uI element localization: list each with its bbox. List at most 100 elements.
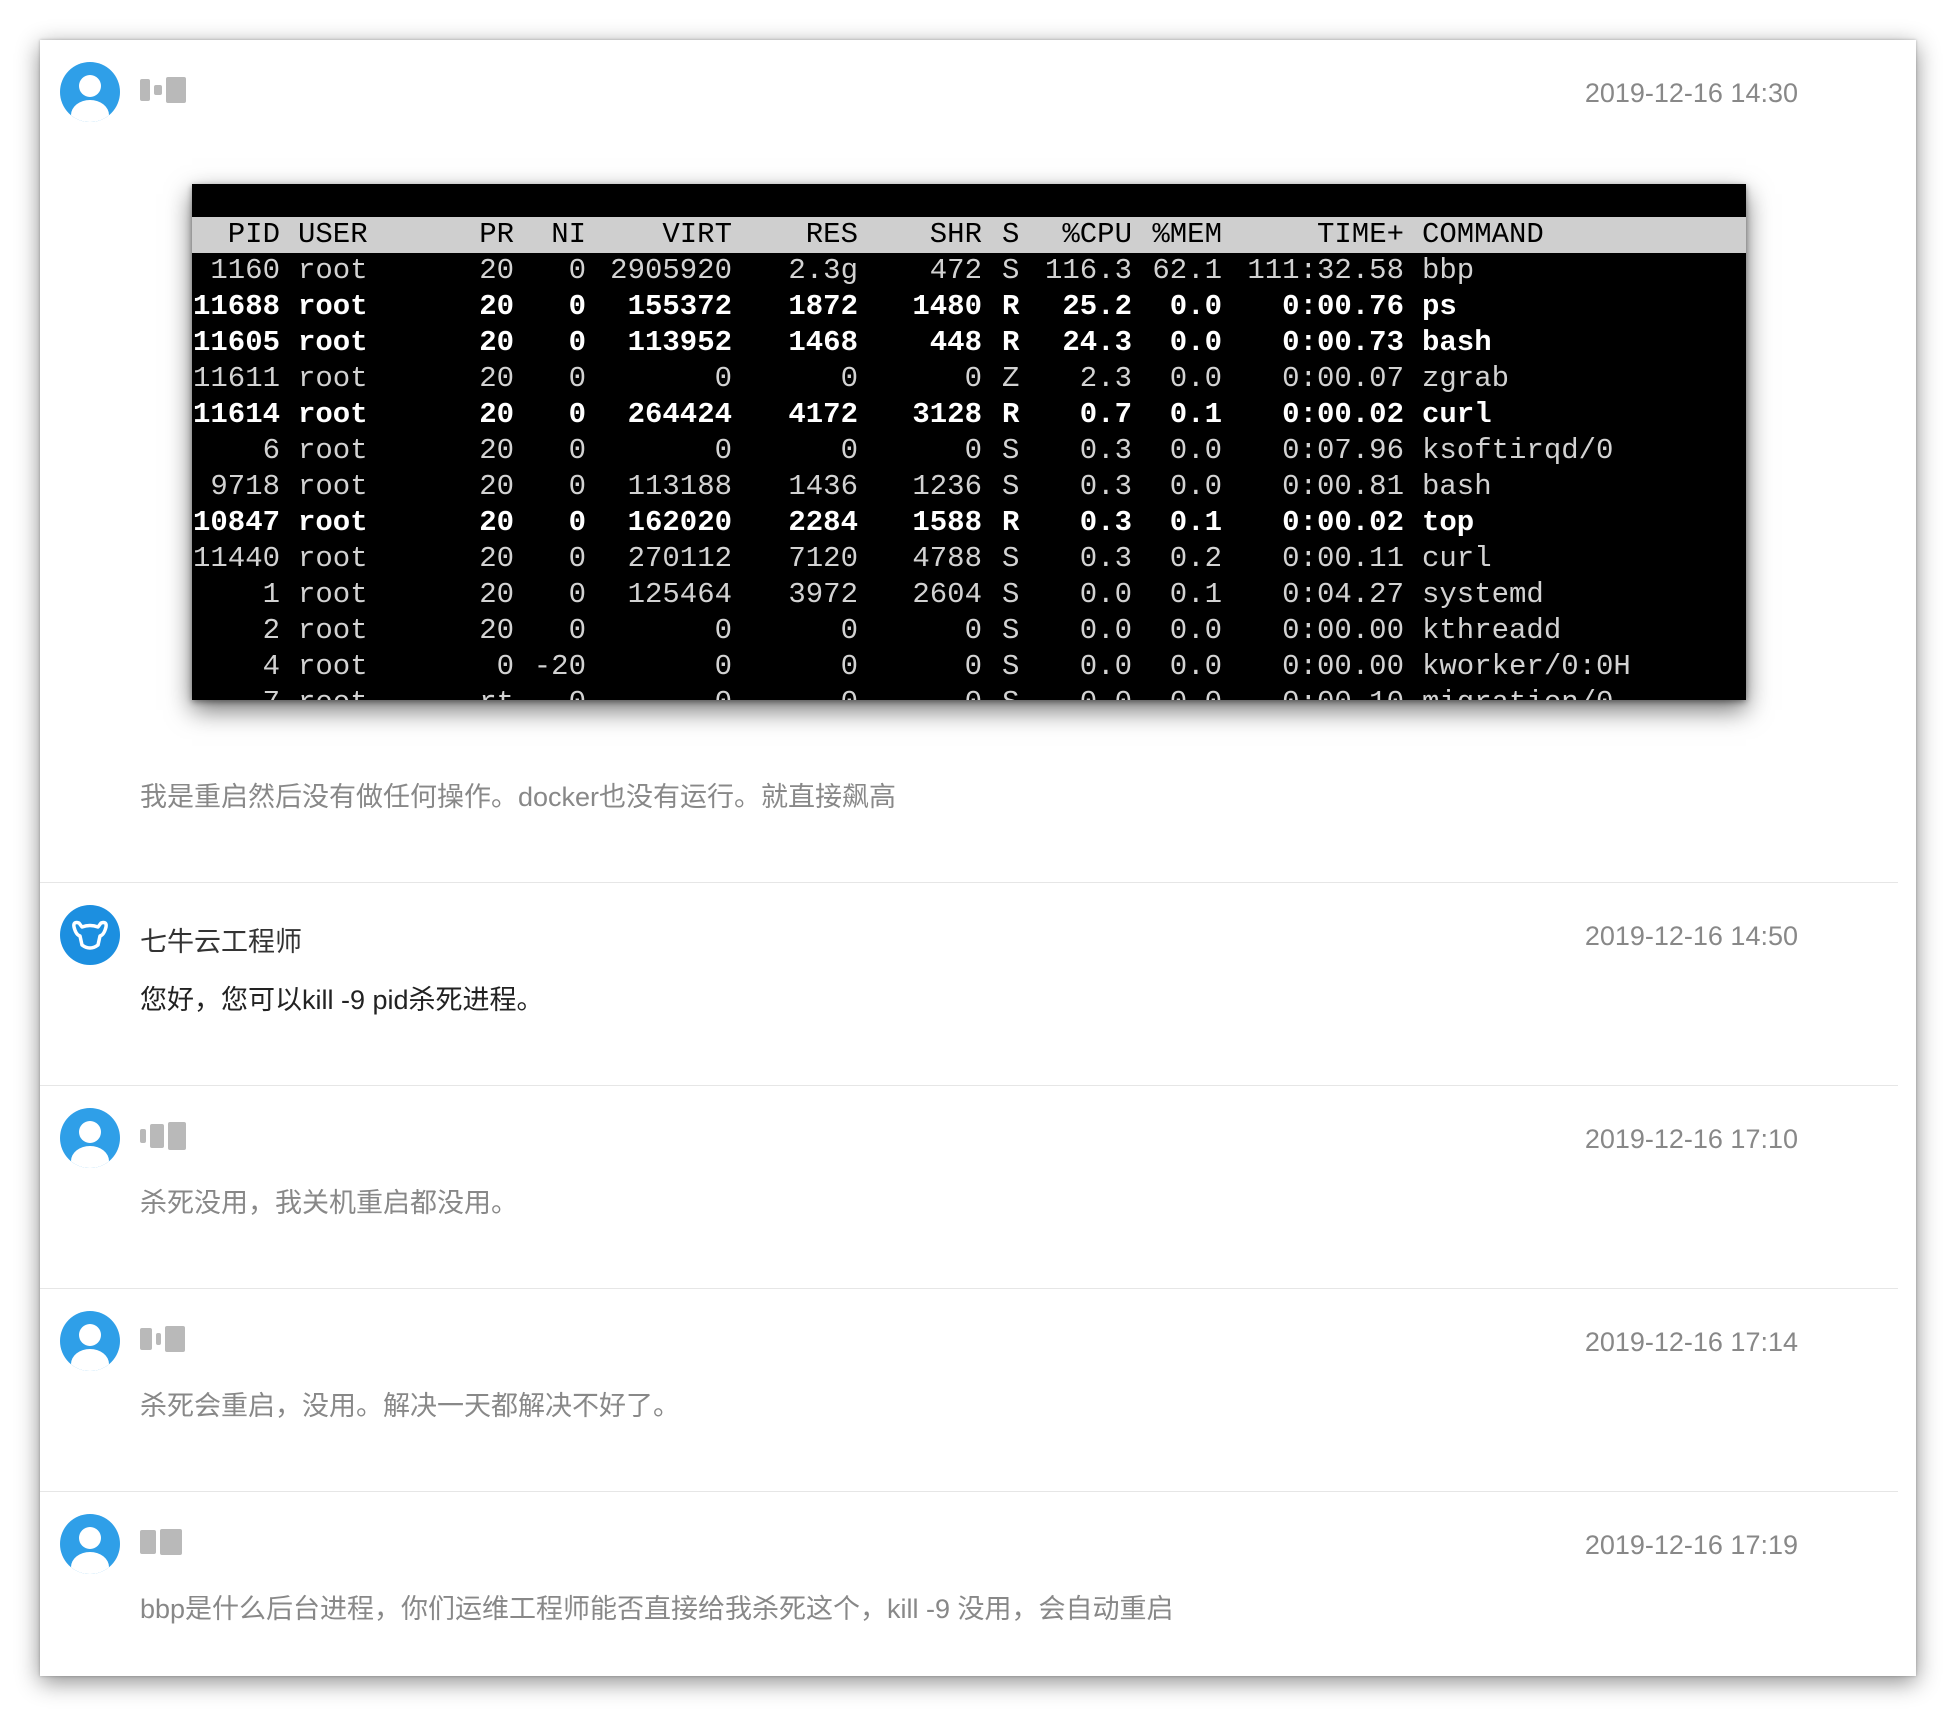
cell-cpu: 0.0 — [1080, 685, 1132, 700]
cell-state: R — [1002, 398, 1020, 431]
cell-shr: 0 — [964, 362, 982, 395]
column-header-res: RES — [805, 218, 858, 251]
user-avatar-icon[interactable] — [60, 62, 120, 122]
cell-shr: 2604 — [912, 578, 982, 611]
cell-mem: 0.0 — [1169, 326, 1222, 359]
cell-mem: 0.2 — [1169, 542, 1222, 575]
process-row: 1 root 20 0 125464 3972 2604 S 0.0 0.1 0:04.27 syst… — [192, 577, 1746, 613]
cell-ni: 0 — [568, 254, 586, 287]
comment-thread-panel: 2019-12-16 14:30 PID USER PR NI VIRT RES SHR S%… — [40, 40, 1916, 1676]
cell-shr: 1588 — [912, 506, 982, 539]
process-row: 11614 root 20 0 264424 4172 3128 R 0.7 0.1 0:00.02… — [192, 397, 1746, 433]
cell-virt: 0 — [715, 685, 732, 700]
cell-mem: 0.0 — [1169, 434, 1222, 467]
cell-state: S — [1002, 542, 1020, 575]
cell-ni: 0 — [568, 290, 586, 323]
process-row: 11688 root 20 0 155372 1872 1480 R 25.2 0.0 0:00.7… — [192, 289, 1746, 325]
cell-command: bbp — [1422, 254, 1475, 287]
cell-res: 2.3g — [788, 254, 858, 287]
column-header-state: S — [1002, 218, 1020, 251]
comment-text: 杀死没用，我关机重启都没用。 — [140, 1188, 518, 1218]
cell-command: curl — [1422, 398, 1492, 431]
cell-pid: 1 — [262, 578, 280, 611]
cell-user: root — [298, 650, 368, 683]
cell-mem: 0.1 — [1169, 398, 1222, 431]
cell-command: migration/0 — [1422, 685, 1613, 700]
cell-state: S — [1002, 685, 1019, 700]
cell-command: systemd — [1422, 578, 1544, 611]
cell-pid: 9718 — [210, 470, 280, 503]
column-header-cpu: %CPU — [1062, 218, 1132, 251]
process-row: 11440 root 20 0 270112 7120 4788 S 0.3 0.2 0:00.11… — [192, 541, 1746, 577]
cell-pid: 11605 — [192, 326, 280, 359]
cell-pr: 20 — [479, 614, 514, 647]
process-row: 10847 root 20 0 162020 2284 1588 R 0.3 0.1 0:00.02… — [192, 505, 1746, 541]
cell-pr: 20 — [479, 542, 514, 575]
cell-ni: 0 — [569, 685, 586, 700]
cell-shr: 0 — [965, 685, 982, 700]
cell-state: S — [1002, 254, 1020, 287]
user-avatar-icon[interactable] — [60, 1108, 120, 1168]
comment-text: 杀死会重启，没用。解决一天都解决不好了。 — [140, 1391, 680, 1421]
column-header-pr: PR — [479, 218, 514, 251]
cell-user: root — [298, 470, 368, 503]
cell-time: 0:00.00 — [1282, 614, 1404, 647]
cell-virt: 0 — [714, 650, 732, 683]
cell-cpu: 0.3 — [1079, 542, 1132, 575]
comment-timestamp: 2019-12-16 17:14 — [1584, 1327, 1798, 1357]
cell-pid: 11614 — [192, 398, 280, 431]
username-redacted[interactable] — [140, 74, 200, 106]
cell-shr: 0 — [964, 614, 982, 647]
comment-item: 2019-12-16 14:30 PID USER PR NI VIRT RES SHR S%… — [40, 40, 1898, 883]
cell-ni: 0 — [568, 578, 586, 611]
username-redacted[interactable] — [140, 1120, 200, 1152]
cell-time: 0:00.76 — [1282, 290, 1404, 323]
comment-item: 七牛云工程师 2019-12-16 14:50 您好，您可以kill -9 pi… — [40, 883, 1898, 1086]
cell-pr: 20 — [479, 362, 514, 395]
cell-mem: 62.1 — [1152, 254, 1222, 287]
terminal-screenshot-image[interactable]: PID USER PR NI VIRT RES SHR S %CPU %MEM TIME+ COMMA… — [192, 184, 1746, 700]
cell-time: 0:00.73 — [1282, 326, 1404, 359]
process-row: 6 root 20 0 0 0 0 S 0.3 0.0 0:07.96 ksoftirqd/0 — [192, 433, 1746, 469]
comment-text: 我是重启然后没有做任何操作。docker也没有运行。就直接飙高 — [140, 782, 897, 812]
cell-time: 0:00.10 — [1282, 685, 1404, 700]
user-avatar-icon[interactable] — [60, 1311, 120, 1371]
user-avatar-icon[interactable] — [60, 1514, 120, 1574]
cell-pid: 6 — [262, 434, 280, 467]
cell-state: R — [1002, 290, 1020, 323]
cell-res: 0 — [841, 685, 858, 700]
cell-pid: 11440 — [192, 542, 280, 575]
cell-ni: 0 — [568, 614, 586, 647]
username-redacted[interactable] — [140, 1526, 200, 1558]
cell-virt: 2905920 — [610, 254, 732, 287]
column-header-pid: PID — [227, 218, 280, 251]
cell-pr: 20 — [479, 398, 514, 431]
top-process-table: PID USER PR NI VIRT RES SHR S %CPU %MEM TIME+ COMMA… — [192, 217, 1746, 700]
column-header-command: COMMAND — [1422, 218, 1544, 251]
cell-command: ksoftirqd/0 — [1422, 434, 1614, 467]
cell-command: ps — [1422, 290, 1457, 323]
cell-virt: 113188 — [627, 470, 732, 503]
username-redacted[interactable] — [140, 1323, 200, 1355]
cell-virt: 0 — [714, 434, 732, 467]
comment-author[interactable]: 七牛云工程师 — [140, 920, 302, 959]
cell-state: S — [1002, 434, 1020, 467]
cell-cpu: 25.2 — [1062, 290, 1132, 323]
cell-pr: 20 — [479, 290, 514, 323]
cell-pid: 11688 — [192, 290, 280, 323]
cell-state: S — [1002, 614, 1020, 647]
cell-mem: 0.0 — [1169, 362, 1222, 395]
cell-state: S — [1002, 650, 1020, 683]
cell-res: 1468 — [788, 326, 858, 359]
cell-state: R — [1002, 506, 1020, 539]
cell-shr: 448 — [929, 326, 982, 359]
cell-res: 0 — [840, 362, 858, 395]
cell-mem: 0.1 — [1169, 506, 1222, 539]
cell-ni: 0 — [568, 434, 586, 467]
cell-command: kthreadd — [1422, 614, 1562, 647]
qiniu-brand-avatar-icon[interactable] — [60, 905, 120, 965]
cell-cpu: 0.3 — [1079, 506, 1132, 539]
cell-time: 0:00.11 — [1282, 542, 1404, 575]
cell-pr: 20 — [479, 326, 514, 359]
comment-timestamp: 2019-12-16 14:30 — [1584, 78, 1798, 108]
